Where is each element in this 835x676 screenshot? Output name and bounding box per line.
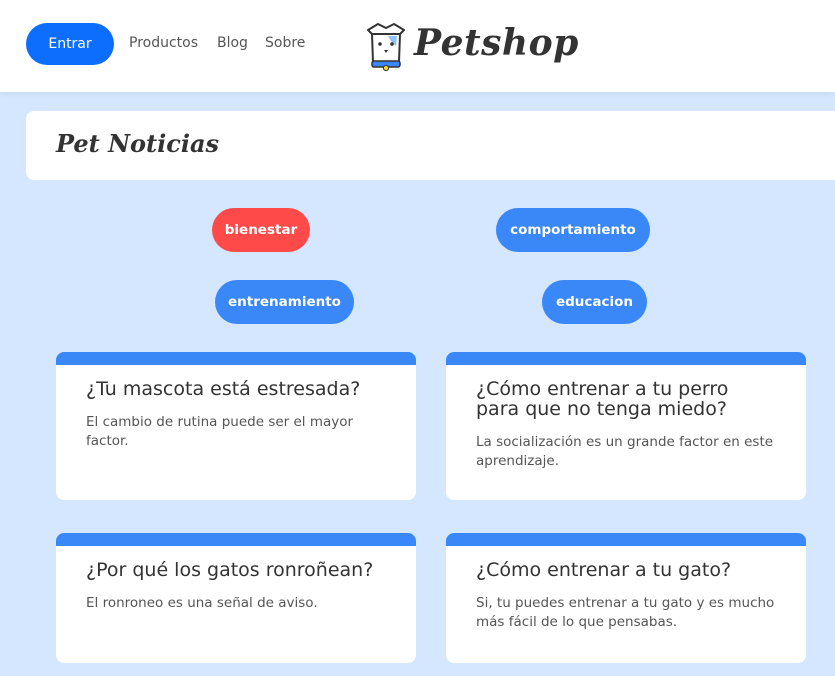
card-accent-bar bbox=[446, 533, 806, 546]
article-title[interactable]: ¿Cómo entrenar a tu perro para que no te… bbox=[476, 379, 776, 419]
article-title[interactable]: ¿Cómo entrenar a tu gato? bbox=[476, 560, 776, 580]
article-card[interactable]: ¿Cómo entrenar a tu gato? Si, tu puedes … bbox=[446, 533, 806, 663]
card-accent-bar bbox=[56, 352, 416, 365]
dog-logo-icon bbox=[367, 23, 405, 72]
logo[interactable]: Petshop bbox=[364, 18, 578, 78]
article-card[interactable]: ¿Cómo entrenar a tu perro para que no te… bbox=[446, 352, 806, 500]
category-entrenamiento[interactable]: entrenamiento bbox=[215, 280, 354, 324]
page-title-card: Pet Noticias bbox=[26, 111, 835, 180]
category-educacion[interactable]: educacion bbox=[542, 280, 647, 324]
article-summary: La socialización es un grande factor en … bbox=[476, 434, 774, 469]
login-button[interactable]: Entrar bbox=[26, 23, 114, 65]
nav-link-productos[interactable]: Productos bbox=[129, 35, 198, 51]
page-title: Pet Noticias bbox=[56, 129, 220, 158]
card-accent-bar bbox=[56, 533, 416, 546]
category-bienestar[interactable]: bienestar bbox=[212, 208, 310, 252]
article-summary: Si, tu puedes entrenar a tu gato y es mu… bbox=[476, 595, 775, 630]
article-summary: El ronroneo es una señal de aviso. bbox=[86, 595, 318, 611]
article-card[interactable]: ¿Por qué los gatos ronroñean? El ronrone… bbox=[56, 533, 416, 663]
site-header: Entrar Productos Blog Sobre Petshop bbox=[0, 0, 835, 92]
category-comportamiento[interactable]: comportamiento bbox=[496, 208, 650, 252]
nav-link-blog[interactable]: Blog bbox=[217, 35, 248, 51]
logo-text: Petshop bbox=[414, 22, 579, 64]
article-summary: El cambio de rutina puede ser el mayor f… bbox=[86, 414, 354, 449]
nav-link-sobre[interactable]: Sobre bbox=[265, 35, 305, 51]
article-title[interactable]: ¿Tu mascota está estresada? bbox=[86, 379, 386, 399]
article-card[interactable]: ¿Tu mascota está estresada? El cambio de… bbox=[56, 352, 416, 500]
article-title[interactable]: ¿Por qué los gatos ronroñean? bbox=[86, 560, 386, 580]
card-accent-bar bbox=[446, 352, 806, 365]
